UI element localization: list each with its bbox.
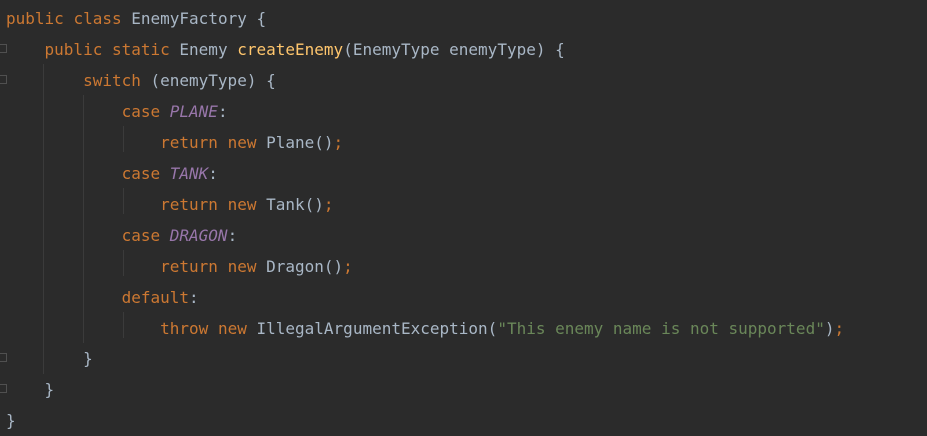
constructor-call: IllegalArgumentException( — [256, 319, 498, 338]
code-line-10[interactable]: default: — [6, 282, 199, 313]
method-name: createEnemy — [237, 40, 344, 59]
keyword: throw — [160, 319, 209, 338]
constructor-call: Plane() — [266, 133, 334, 152]
keyword: class — [73, 9, 122, 28]
punctuation: ; — [834, 319, 845, 338]
code-line-12[interactable]: } — [6, 343, 93, 374]
code-line-11[interactable]: throw new IllegalArgumentException("This… — [6, 313, 844, 344]
enum-constant: DRAGON — [169, 226, 228, 245]
punctuation: : — [217, 102, 228, 121]
code-line-2[interactable]: public static Enemy createEnemy(EnemyTyp… — [6, 34, 565, 65]
keyword: default — [121, 288, 190, 307]
keyword: return — [160, 195, 218, 214]
switch-expression: (enemyType) { — [140, 71, 276, 90]
parameters: (EnemyType enemyType) { — [343, 40, 565, 59]
constructor-call: Dragon() — [266, 257, 344, 276]
keyword: static — [111, 40, 170, 59]
keyword: return — [160, 133, 218, 152]
closing-brace: } — [6, 411, 16, 430]
punctuation: : — [189, 288, 199, 307]
keyword: new — [227, 257, 257, 276]
keyword: case — [121, 226, 161, 245]
string-literal: "This enemy name is not supported" — [497, 319, 825, 338]
enum-constant: TANK — [169, 164, 209, 183]
code-line-14[interactable]: } — [6, 405, 16, 436]
keyword: public — [44, 40, 103, 59]
return-type: Enemy — [179, 40, 228, 59]
keyword: return — [160, 257, 218, 276]
punctuation: : — [227, 226, 238, 245]
code-line-3[interactable]: switch (enemyType) { — [6, 65, 276, 96]
punctuation: ; — [333, 133, 344, 152]
enum-constant: PLANE — [169, 102, 218, 121]
code-line-8[interactable]: case DRAGON: — [6, 220, 238, 251]
keyword: switch — [83, 71, 141, 90]
keyword: new — [227, 195, 257, 214]
punctuation: ; — [343, 257, 353, 276]
keyword: new — [227, 133, 257, 152]
punctuation: : — [208, 164, 218, 183]
keyword: new — [217, 319, 247, 338]
closing-brace: } — [44, 380, 55, 399]
keyword: case — [121, 164, 161, 183]
code-line-1[interactable]: public class EnemyFactory { — [6, 3, 266, 34]
keyword: public — [6, 9, 64, 28]
code-line-13[interactable]: } — [6, 374, 55, 405]
punctuation: ; — [323, 195, 334, 214]
constructor-call: Tank() — [266, 195, 324, 214]
code-line-7[interactable]: return new Tank(); — [6, 189, 334, 220]
code-line-6[interactable]: case TANK: — [6, 158, 218, 189]
punctuation: { — [246, 9, 267, 28]
code-editor[interactable]: public class EnemyFactory { public stati… — [0, 0, 927, 436]
closing-brace: } — [83, 349, 93, 368]
code-line-4[interactable]: case PLANE: — [6, 96, 228, 127]
code-line-5[interactable]: return new Plane(); — [6, 127, 343, 158]
keyword: case — [121, 102, 161, 121]
class-name: EnemyFactory — [131, 9, 247, 28]
code-line-9[interactable]: return new Dragon(); — [6, 251, 353, 282]
